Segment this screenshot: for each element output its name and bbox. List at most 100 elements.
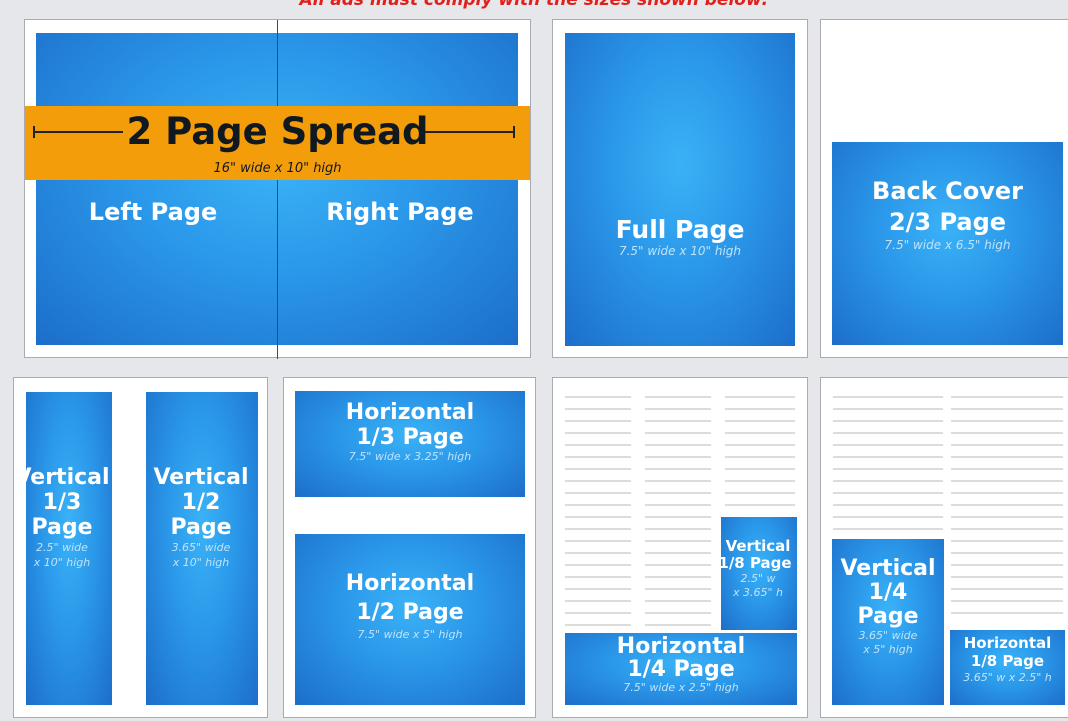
vertical-half-line2: 1/2 — [181, 490, 221, 515]
vertical-third-labels: Vertical 1/3 Page 2.5" wide x 10" high — [14, 465, 110, 570]
spread-panel — [24, 19, 531, 359]
text-lines-column-2 — [951, 396, 1063, 621]
horizontal-eighth-ad: Horizontal 1/8 Page 3.65" w x 2.5" h — [950, 630, 1065, 705]
horizontal-eighth-dimensions: 3.65" w x 2.5" h — [963, 671, 1052, 684]
text-line-placeholder — [833, 432, 943, 434]
vertical-third-line2: 1/3 — [42, 490, 82, 515]
text-line-placeholder — [725, 432, 795, 434]
text-line-placeholder — [645, 408, 711, 410]
vertical-third-line3: Page — [31, 515, 93, 540]
text-line-placeholder — [645, 540, 711, 542]
full-page-ad: Full Page 7.5" wide x 10" high — [565, 33, 795, 346]
text-line-placeholder — [565, 564, 631, 566]
text-line-placeholder — [951, 612, 1063, 614]
text-line-placeholder — [645, 624, 711, 626]
text-line-placeholder — [645, 588, 711, 590]
text-line-placeholder — [951, 552, 1063, 554]
text-line-placeholder — [833, 528, 943, 530]
text-lines-column-1 — [833, 396, 943, 536]
text-line-placeholder — [565, 588, 631, 590]
horizontal-half-ad: Horizontal 1/2 Page 7.5" wide x 5" high — [295, 534, 525, 705]
horizontal-half-dimensions: 7.5" wide x 5" high — [357, 628, 463, 642]
text-line-placeholder — [833, 420, 943, 422]
left-page-label: Left Page — [88, 198, 218, 226]
full-page-panel: Full Page 7.5" wide x 10" high — [552, 19, 808, 358]
text-line-placeholder — [645, 600, 711, 602]
horizontal-third-ad: Horizontal 1/3 Page 7.5" wide x 3.25" hi… — [295, 391, 525, 497]
vertical-eighth-line2: 1/8 Page — [718, 554, 792, 572]
text-line-placeholder — [951, 588, 1063, 590]
text-line-placeholder — [833, 408, 943, 410]
vertical-quarter-line2: 1/4 — [868, 580, 908, 605]
vertical-quarter-dims-line1: 3.65" wide — [858, 629, 918, 642]
text-line-placeholder — [833, 456, 943, 458]
text-line-placeholder — [725, 480, 795, 482]
text-line-placeholder — [565, 480, 631, 482]
text-line-placeholder — [833, 480, 943, 482]
text-line-placeholder — [645, 432, 711, 434]
text-line-placeholder — [565, 504, 631, 506]
text-line-placeholder — [565, 540, 631, 542]
text-line-placeholder — [645, 504, 711, 506]
vertical-quarter-line1: Vertical — [840, 556, 936, 581]
text-line-placeholder — [645, 612, 711, 614]
text-lines-column-3 — [725, 396, 795, 516]
spread-banner: 2 Page Spread 16" wide x 10" high — [25, 106, 530, 180]
text-line-placeholder — [951, 468, 1063, 470]
text-line-placeholder — [951, 432, 1063, 434]
vertical-half-line3: Page — [170, 515, 232, 540]
horizontal-eighth-line2: 1/8 Page — [970, 652, 1045, 670]
horizontal-quarter-line2: 1/4 Page — [627, 657, 735, 682]
text-line-placeholder — [565, 492, 631, 494]
vertical-half-dims-line2: x 10" high — [172, 556, 230, 569]
text-line-placeholder — [833, 444, 943, 446]
text-line-placeholder — [565, 456, 631, 458]
back-cover-title-line2: 2/3 Page — [888, 207, 1007, 236]
vertical-quarter-ad: Vertical 1/4 Page 3.65" wide x 5" high — [832, 539, 944, 705]
text-line-placeholder — [951, 456, 1063, 458]
text-line-placeholder — [725, 456, 795, 458]
text-line-placeholder — [645, 528, 711, 530]
horizontal-third-line2: 1/3 Page — [356, 424, 464, 450]
text-line-placeholder — [951, 516, 1063, 518]
text-line-placeholder — [565, 408, 631, 410]
text-line-placeholder — [565, 612, 631, 614]
text-line-placeholder — [565, 420, 631, 422]
text-line-placeholder — [951, 528, 1063, 530]
vertical-half-labels: Vertical 1/2 Page 3.65" wide x 10" high — [145, 465, 257, 570]
right-page-label: Right Page — [326, 198, 474, 226]
text-line-placeholder — [645, 552, 711, 554]
horizontal-quarter-ad: Horizontal 1/4 Page 7.5" wide x 2.5" hig… — [565, 633, 797, 705]
compliance-notice: All ads must comply with the sizes shown… — [299, 0, 769, 10]
horizontal-eighth-line1: Horizontal — [963, 634, 1052, 652]
text-line-placeholder — [833, 504, 943, 506]
vertical-eighth-line1: Vertical — [725, 537, 791, 555]
text-line-placeholder — [645, 396, 711, 398]
horizontal-quarter-line1: Horizontal — [616, 634, 746, 659]
vertical-half-dims-line1: 3.65" wide — [171, 541, 231, 554]
arrow-right-line — [425, 131, 515, 133]
horizontal-panel: Horizontal 1/3 Page 7.5" wide x 3.25" hi… — [283, 377, 536, 718]
vertical-third-line1: Vertical — [14, 465, 110, 490]
vertical-half-line1: Vertical — [153, 465, 249, 490]
text-line-placeholder — [565, 516, 631, 518]
text-line-placeholder — [565, 528, 631, 530]
text-line-placeholder — [645, 480, 711, 482]
text-line-placeholder — [565, 432, 631, 434]
text-line-placeholder — [645, 564, 711, 566]
back-cover-dimensions: 7.5" wide x 6.5" high — [884, 237, 1011, 252]
text-line-placeholder — [833, 492, 943, 494]
back-cover-panel: Back Cover 2/3 Page 7.5" wide x 6.5" hig… — [820, 19, 1068, 358]
text-lines-column-2 — [645, 396, 711, 631]
text-line-placeholder — [565, 396, 631, 398]
text-line-placeholder — [565, 576, 631, 578]
text-line-placeholder — [951, 600, 1063, 602]
text-line-placeholder — [951, 396, 1063, 398]
back-cover-title-line1: Back Cover — [872, 177, 1023, 205]
text-line-placeholder — [951, 420, 1063, 422]
text-line-placeholder — [725, 396, 795, 398]
vertical-quarter-line3: Page — [857, 604, 919, 629]
text-line-placeholder — [645, 576, 711, 578]
text-line-placeholder — [725, 444, 795, 446]
text-line-placeholder — [565, 444, 631, 446]
